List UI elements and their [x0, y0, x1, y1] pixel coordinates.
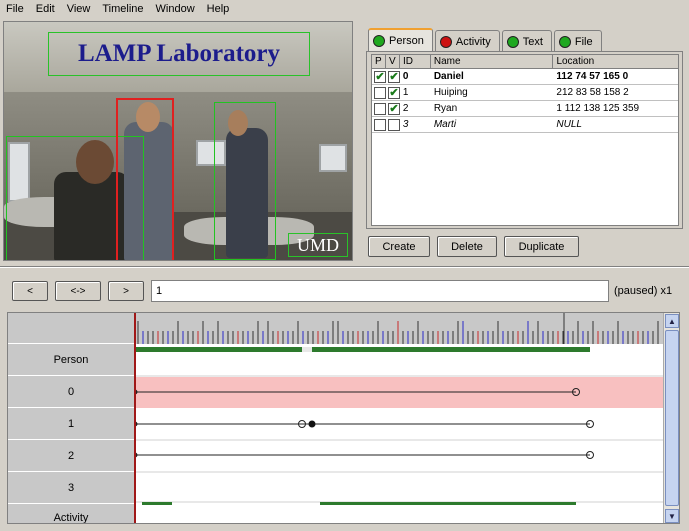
table-body: ✔ ✔ 0 Daniel 112 74 57 165 0 ✔ 1 Huiping 212 83 …	[372, 69, 678, 133]
table-row[interactable]: 3 Marti NULL	[372, 117, 678, 133]
cell-v	[386, 118, 400, 131]
table-row[interactable]: ✔ 2 Ryan 1 112 138 125 359	[372, 101, 678, 117]
cell-name: Huiping	[433, 87, 468, 98]
col-location[interactable]: Location	[553, 55, 678, 68]
cell-name: Ryan	[433, 103, 458, 114]
table-row[interactable]: ✔ 1 Huiping 212 83 58 158 2	[372, 85, 678, 101]
object-type-tabs: Person Activity Text File	[368, 28, 604, 52]
tab-label: Person	[389, 35, 424, 47]
visible-checkbox[interactable]	[387, 118, 400, 131]
red-dot-icon	[439, 35, 452, 48]
bidirectional-button[interactable]: <->	[55, 281, 101, 301]
track-label-2[interactable]: 2	[8, 441, 134, 472]
cell-p	[372, 86, 386, 99]
tab-label: File	[574, 35, 593, 48]
playhead-line[interactable]	[134, 313, 136, 523]
cell-name: Daniel	[433, 71, 464, 82]
create-button[interactable]: Create	[368, 236, 430, 257]
green-dot-icon	[506, 35, 519, 48]
visible-checkbox[interactable]: ✔	[387, 70, 400, 83]
cell-p	[372, 102, 386, 115]
timeline-labels: Person 0 1 2 3 Activity	[8, 313, 134, 523]
green-dot-icon	[373, 35, 385, 47]
col-id[interactable]: ID	[400, 55, 431, 68]
menu-file[interactable]: File	[0, 3, 30, 15]
table-header: P V ID Name Location	[372, 55, 678, 69]
menu-timeline[interactable]: Timeline	[96, 3, 149, 15]
visible-checkbox[interactable]: ✔	[387, 86, 400, 99]
track-label-person[interactable]: Person	[8, 345, 134, 376]
property-checkbox[interactable]: ✔	[374, 70, 386, 83]
menu-bar: File Edit View Timeline Window Help	[0, 0, 689, 18]
tab-file[interactable]: File	[553, 30, 602, 52]
timeline-graphics[interactable]	[132, 313, 663, 524]
tab-label: Text	[522, 35, 543, 48]
tab-person[interactable]: Person	[368, 28, 433, 52]
person-summary-gap	[302, 347, 312, 352]
table-row[interactable]: ✔ ✔ 0 Daniel 112 74 57 165 0	[372, 69, 678, 85]
cell-name: Marti	[433, 119, 457, 130]
property-checkbox[interactable]	[374, 86, 386, 99]
cell-p	[372, 118, 386, 131]
cell-location: NULL	[556, 119, 582, 130]
menu-help[interactable]: Help	[201, 3, 236, 15]
tab-activity[interactable]: Activity	[434, 30, 500, 52]
umd-logo: UMD	[288, 233, 348, 257]
video-frame[interactable]: LAMP Laboratory UMD	[3, 21, 353, 261]
activity-segment[interactable]	[142, 502, 172, 505]
prev-frame-button[interactable]: <	[12, 281, 48, 301]
person-summary-bar	[134, 347, 590, 352]
visible-checkbox[interactable]: ✔	[387, 102, 400, 115]
col-p[interactable]: P	[372, 55, 386, 68]
track-label-3[interactable]: 3	[8, 473, 134, 504]
timeline-scrollbar[interactable]: ▲ ▼	[663, 313, 679, 523]
next-frame-button[interactable]: >	[108, 281, 144, 301]
menu-view[interactable]: View	[61, 3, 97, 15]
track-1-current-keyframe[interactable]	[308, 420, 316, 428]
property-checkbox[interactable]	[374, 102, 386, 115]
scroll-thumb[interactable]	[665, 330, 679, 506]
lamp-logo: LAMP Laboratory	[48, 32, 310, 76]
cell-v: ✔	[386, 86, 400, 99]
timeline-tracks[interactable]	[132, 313, 663, 524]
tab-label: Activity	[455, 35, 491, 48]
bbox-person-2[interactable]	[214, 102, 276, 260]
cell-id: 2	[402, 103, 409, 114]
cell-location: 1 112 138 125 359	[556, 103, 640, 114]
delete-button[interactable]: Delete	[437, 236, 497, 257]
property-checkbox[interactable]	[374, 118, 386, 131]
cell-v: ✔	[386, 102, 400, 115]
tab-text[interactable]: Text	[501, 30, 552, 52]
track-label-activity[interactable]: Activity	[8, 503, 134, 523]
playback-status: (paused) x1	[614, 285, 673, 297]
scene-monitor	[319, 144, 347, 172]
track-label-0[interactable]: 0	[8, 377, 134, 408]
cell-id: 3	[402, 119, 409, 130]
col-v[interactable]: V	[386, 55, 400, 68]
activity-segment[interactable]	[320, 502, 576, 505]
frame-number-input[interactable]: 1	[151, 280, 609, 302]
divider	[0, 266, 689, 268]
menu-edit[interactable]: Edit	[30, 3, 61, 15]
duplicate-button[interactable]: Duplicate	[504, 236, 579, 257]
green-dot-icon	[558, 35, 571, 48]
person-table: P V ID Name Location ✔ ✔ 0 Daniel 112 74 57 …	[371, 54, 679, 226]
cell-id: 0	[402, 71, 409, 82]
cell-p: ✔	[372, 70, 386, 83]
cell-v: ✔	[386, 70, 400, 83]
scroll-up-button[interactable]: ▲	[665, 314, 679, 328]
col-name[interactable]: Name	[431, 55, 554, 68]
scroll-down-button[interactable]: ▼	[665, 509, 679, 523]
cell-id: 1	[402, 87, 409, 98]
cell-location: 212 83 58 158 2	[556, 87, 629, 98]
menu-window[interactable]: Window	[150, 3, 201, 15]
ruler-label-area	[8, 313, 134, 344]
track-label-1[interactable]: 1	[8, 409, 134, 440]
bbox-person-1-selected[interactable]	[116, 98, 174, 260]
timeline-panel: Person 0 1 2 3 Activity ▲ ▼	[7, 312, 680, 524]
person-tab-panel: P V ID Name Location ✔ ✔ 0 Daniel 112 74 57 …	[366, 51, 683, 229]
cell-location: 112 74 57 165 0	[556, 71, 629, 82]
